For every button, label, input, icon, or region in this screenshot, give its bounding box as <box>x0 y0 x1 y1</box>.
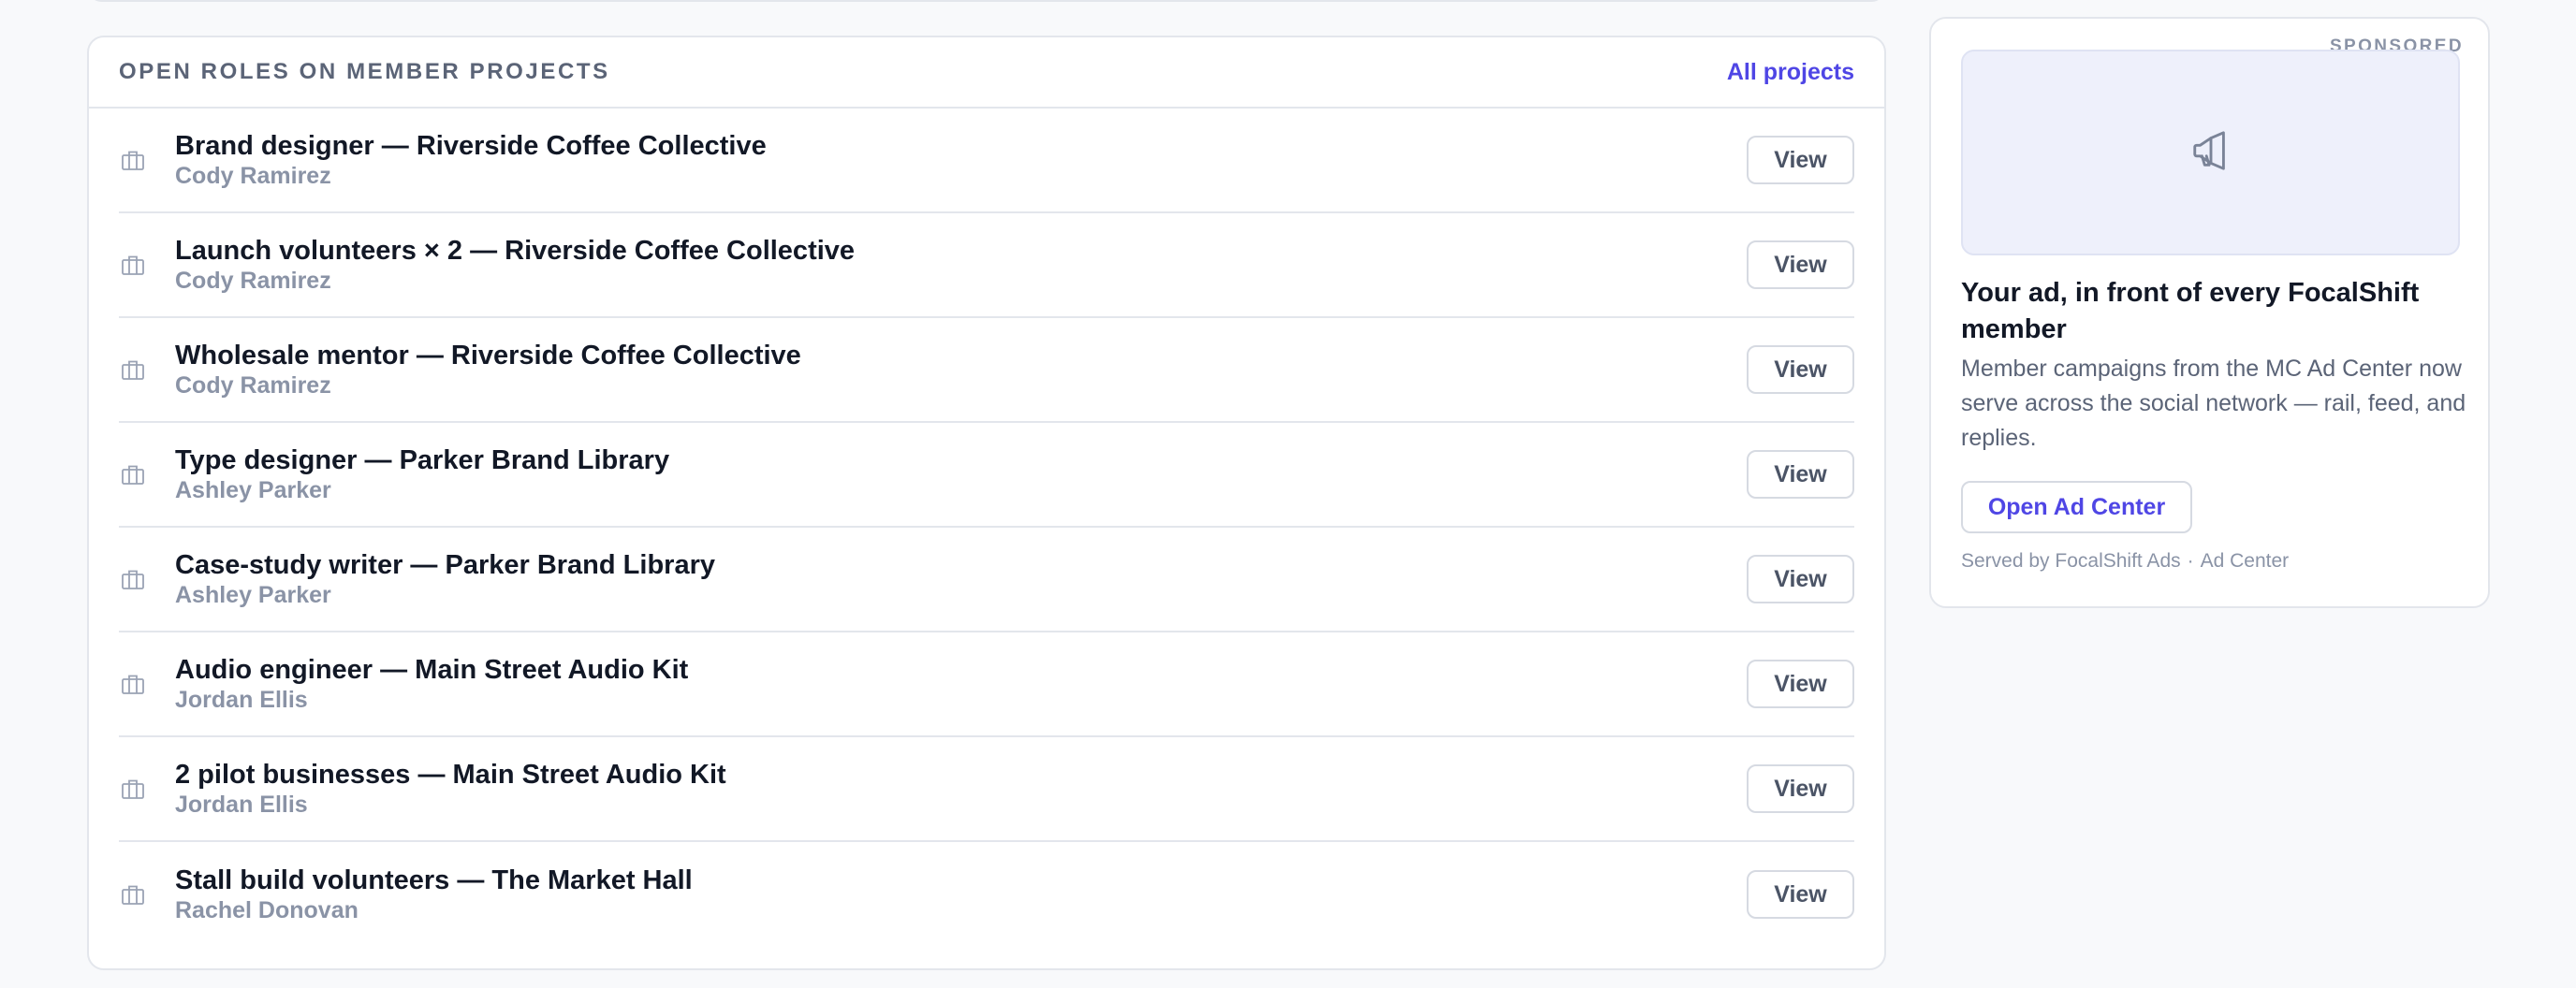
ad-footer: Served by FocalShift Ads · Ad Center <box>1961 550 2289 573</box>
view-role-button[interactable]: View <box>1747 870 1854 919</box>
role-row[interactable]: Launch volunteers × 2 — Riverside Coffee… <box>119 213 1854 318</box>
role-text: 2 pilot businesses — Main Street Audio K… <box>175 759 1747 819</box>
role-owner: Ashley Parker <box>175 477 331 503</box>
role-title: Type designer — Parker Brand Library <box>175 445 670 475</box>
roles-list: Brand designer — Riverside Coffee Collec… <box>89 109 1884 947</box>
role-owner: Ashley Parker <box>175 582 331 608</box>
view-role-button[interactable]: View <box>1747 660 1854 708</box>
role-title: 2 pilot businesses — Main Street Audio K… <box>175 760 726 790</box>
ad-footer-separator: · <box>2187 550 2194 572</box>
role-owner: Cody Ramirez <box>175 372 331 399</box>
view-role-button[interactable]: View <box>1747 240 1854 289</box>
role-owner: Jordan Ellis <box>175 792 308 818</box>
open-roles-title: OPEN ROLES ON MEMBER PROJECTS <box>119 59 610 84</box>
briefcase-icon <box>119 670 147 698</box>
role-title: Audio engineer — Main Street Audio Kit <box>175 655 689 685</box>
role-title: Launch volunteers × 2 — Riverside Coffee… <box>175 236 856 266</box>
role-title: Brand designer — Riverside Coffee Collec… <box>175 131 767 161</box>
sponsored-ad-card: SPONSORED Your ad, in front of every Foc… <box>1929 17 2490 608</box>
open-roles-card: OPEN ROLES ON MEMBER PROJECTS All projec… <box>87 36 1886 970</box>
role-title: Case-study writer — Parker Brand Library <box>175 550 715 580</box>
view-role-button[interactable]: View <box>1747 450 1854 499</box>
all-projects-link[interactable]: All projects <box>1727 59 1854 86</box>
role-row[interactable]: Case-study writer — Parker Brand Library… <box>119 528 1854 632</box>
role-text: Type designer — Parker Brand Library Ash… <box>175 444 1747 504</box>
megaphone-icon <box>2189 129 2232 177</box>
ad-footer-served-by: Served by FocalShift Ads <box>1961 550 2181 572</box>
view-role-button[interactable]: View <box>1747 555 1854 603</box>
role-row[interactable]: Brand designer — Riverside Coffee Collec… <box>119 109 1854 213</box>
role-text: Launch volunteers × 2 — Riverside Coffee… <box>175 235 1747 295</box>
ad-footer-ad-center-link[interactable]: Ad Center <box>2201 550 2290 572</box>
briefcase-icon <box>119 356 147 384</box>
open-ad-center-button[interactable]: Open Ad Center <box>1961 481 2192 533</box>
role-text: Brand designer — Riverside Coffee Collec… <box>175 130 1747 190</box>
role-row[interactable]: 2 pilot businesses — Main Street Audio K… <box>119 737 1854 842</box>
briefcase-icon <box>119 565 147 593</box>
briefcase-icon <box>119 775 147 803</box>
role-title: Wholesale mentor — Riverside Coffee Coll… <box>175 341 801 370</box>
open-roles-header: OPEN ROLES ON MEMBER PROJECTS All projec… <box>89 37 1884 109</box>
briefcase-icon <box>119 146 147 174</box>
role-row[interactable]: Stall build volunteers — The Market Hall… <box>119 842 1854 947</box>
role-row[interactable]: Type designer — Parker Brand Library Ash… <box>119 423 1854 528</box>
view-role-button[interactable]: View <box>1747 136 1854 184</box>
role-owner: Rachel Donovan <box>175 897 359 923</box>
briefcase-icon <box>119 880 147 908</box>
view-role-button[interactable]: View <box>1747 345 1854 394</box>
previous-card-edge <box>87 0 1886 2</box>
role-text: Audio engineer — Main Street Audio Kit J… <box>175 654 1747 714</box>
ad-body-text: Member campaigns from the MC Ad Center n… <box>1961 356 2466 451</box>
role-row[interactable]: Audio engineer — Main Street Audio Kit J… <box>119 632 1854 737</box>
role-text: Case-study writer — Parker Brand Library… <box>175 549 1747 609</box>
view-role-button[interactable]: View <box>1747 764 1854 813</box>
role-text: Wholesale mentor — Riverside Coffee Coll… <box>175 340 1747 400</box>
role-row[interactable]: Wholesale mentor — Riverside Coffee Coll… <box>119 318 1854 423</box>
ad-headline: Your ad, in front of every FocalShift me… <box>1961 278 2420 344</box>
briefcase-icon <box>119 251 147 279</box>
role-title: Stall build volunteers — The Market Hall <box>175 865 693 895</box>
role-owner: Jordan Ellis <box>175 687 308 713</box>
ad-image-placeholder[interactable] <box>1961 50 2460 255</box>
role-owner: Cody Ramirez <box>175 268 331 294</box>
briefcase-icon <box>119 460 147 488</box>
role-owner: Cody Ramirez <box>175 163 331 189</box>
role-text: Stall build volunteers — The Market Hall… <box>175 864 1747 924</box>
